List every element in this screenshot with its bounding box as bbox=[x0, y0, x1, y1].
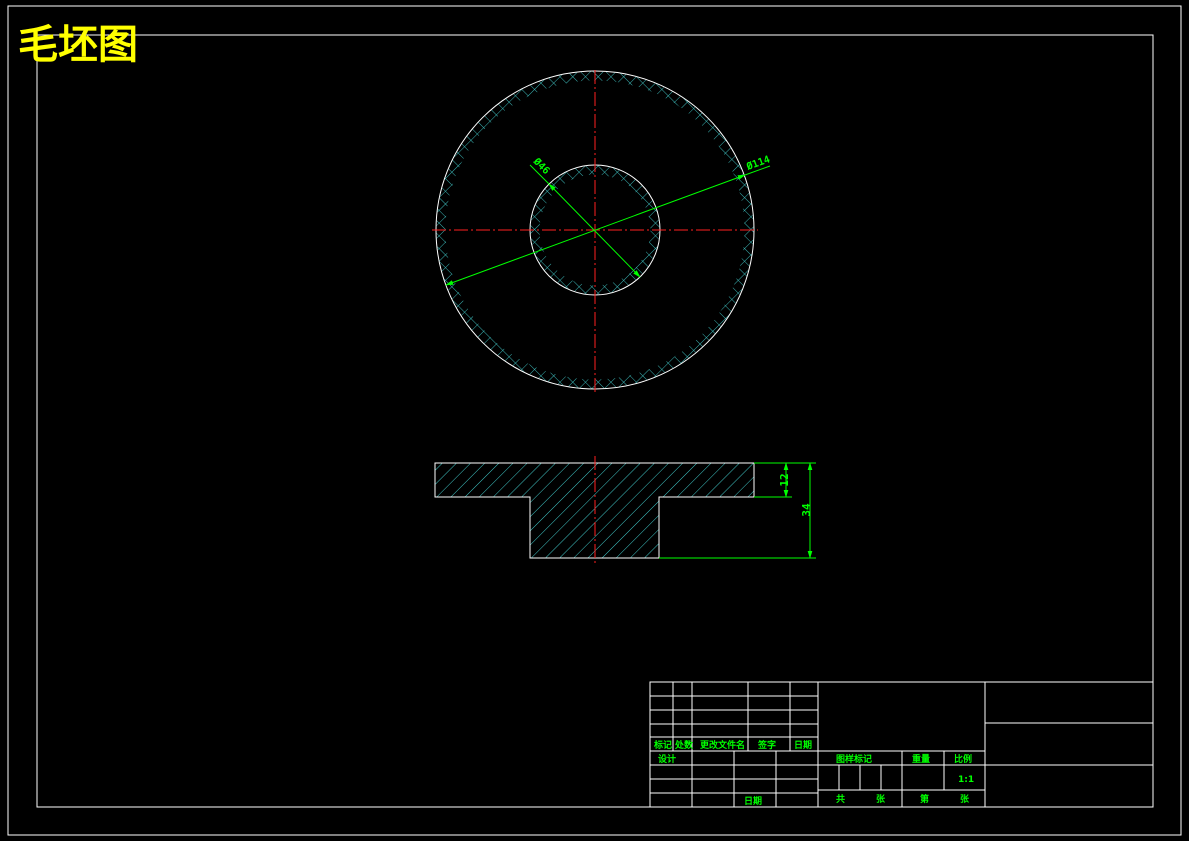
tb-sheets-label: 张 bbox=[876, 793, 886, 805]
section-view: 12 34 bbox=[434, 456, 816, 565]
top-view: Ø114 Ø46 bbox=[432, 70, 772, 392]
tb-scale-label: 比例 bbox=[954, 753, 972, 765]
tb-design-label: 设计 bbox=[658, 753, 676, 765]
tb-signature-label: 签字 bbox=[757, 739, 776, 751]
tb-review-date-label: 日期 bbox=[744, 795, 762, 807]
tb-stage-mark-label: 图样标记 bbox=[836, 753, 872, 765]
drawing-title: 毛坯图 bbox=[18, 21, 138, 68]
title-block-labels: 标记 处数 更改文件名 签字 日期 设计 日期 图样标记 重量 比例 1:1 共… bbox=[653, 739, 974, 807]
tb-date-label: 日期 bbox=[794, 739, 812, 751]
flange-thickness-label: 12 bbox=[778, 473, 791, 486]
drawing-frame bbox=[36, 34, 1154, 808]
tb-scale-value: 1:1 bbox=[958, 775, 974, 785]
total-height-label: 34 bbox=[800, 503, 813, 517]
tb-sheet-label: 张 bbox=[960, 793, 970, 805]
tb-change-doc-label: 更改文件名 bbox=[700, 739, 745, 751]
tb-count-label: 处数 bbox=[674, 739, 694, 751]
cad-drawing: 毛坯图 Ø114 Ø46 12 34 标记 处数 更改文件名 签字 日期 设计 … bbox=[7, 5, 1182, 836]
tb-weight-label: 重量 bbox=[912, 753, 930, 765]
sheet-border bbox=[7, 5, 1182, 836]
tb-total-label: 共 bbox=[836, 793, 845, 805]
tb-sheet-no-label: 第 bbox=[920, 793, 929, 805]
inner-diameter-label: Ø46 bbox=[530, 155, 552, 177]
tb-mark-label: 标记 bbox=[653, 739, 672, 751]
